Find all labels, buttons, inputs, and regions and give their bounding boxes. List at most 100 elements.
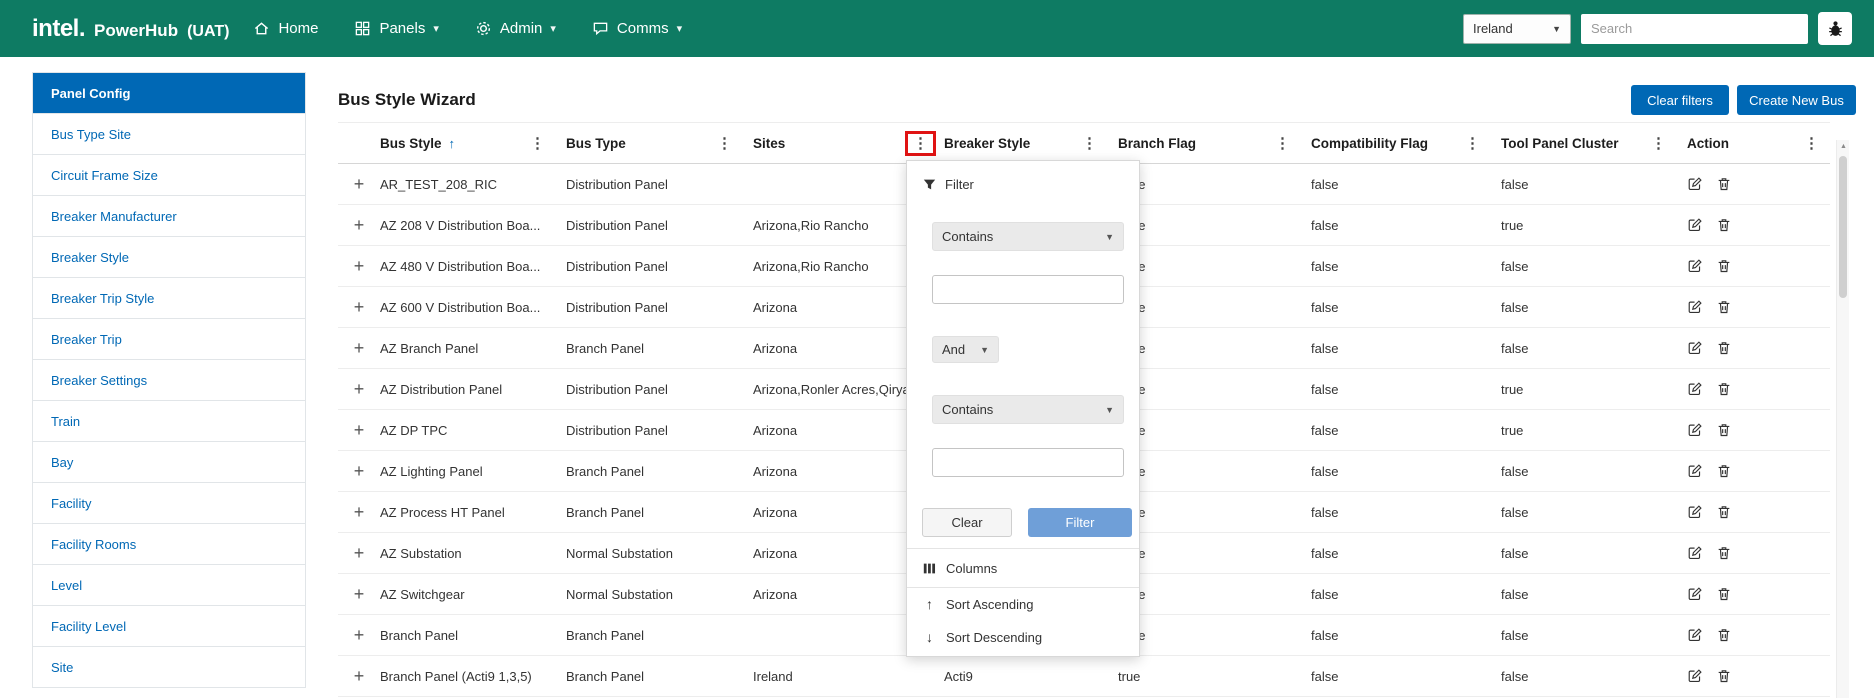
filter-value-input-2[interactable] (932, 448, 1124, 477)
edit-icon[interactable] (1687, 299, 1703, 315)
delete-icon[interactable] (1716, 668, 1732, 684)
filter-value-input-1[interactable] (932, 275, 1124, 304)
delete-icon[interactable] (1716, 586, 1732, 602)
sidebar-item-breaker-manufacturer[interactable]: Breaker Manufacturer (33, 196, 305, 237)
region-select[interactable]: Ireland ▼ (1463, 14, 1571, 44)
edit-icon[interactable] (1687, 668, 1703, 684)
edit-icon[interactable] (1687, 258, 1703, 274)
edit-icon[interactable] (1687, 381, 1703, 397)
search-input[interactable] (1581, 14, 1808, 44)
cell-bus-type: Branch Panel (566, 505, 753, 520)
expand-row-icon[interactable]: + (354, 175, 365, 193)
expand-row-icon[interactable]: + (354, 626, 365, 644)
column-menu-icon[interactable]: ⋮ (1079, 134, 1100, 153)
delete-icon[interactable] (1716, 504, 1732, 520)
nav-item-panels[interactable]: Panels▾ (354, 20, 438, 37)
sidebar-item-facility[interactable]: Facility (33, 483, 305, 524)
delete-icon[interactable] (1716, 340, 1732, 356)
scrollbar-thumb[interactable] (1839, 156, 1847, 298)
column-header-action[interactable]: Action⋮ (1687, 123, 1830, 163)
menu-item-columns[interactable]: Columns (907, 549, 1139, 587)
scrollbar-up-arrow[interactable]: ▲ (1837, 143, 1850, 150)
delete-icon[interactable] (1716, 176, 1732, 192)
column-menu-icon[interactable]: ⋮ (1462, 134, 1483, 153)
edit-icon[interactable] (1687, 586, 1703, 602)
expand-row-icon[interactable]: + (354, 298, 365, 316)
column-header-bus-type[interactable]: Bus Type⋮ (566, 123, 753, 163)
edit-icon[interactable] (1687, 217, 1703, 233)
vertical-scrollbar[interactable]: ▲ (1836, 140, 1849, 698)
app-title: PowerHub (94, 21, 178, 41)
column-menu-icon[interactable]: ⋮ (527, 134, 548, 153)
sidebar-item-train[interactable]: Train (33, 401, 305, 442)
delete-icon[interactable] (1716, 258, 1732, 274)
expand-row-icon[interactable]: + (354, 503, 365, 521)
edit-icon[interactable] (1687, 627, 1703, 643)
column-menu-icon[interactable]: ⋮ (1272, 134, 1293, 153)
edit-icon[interactable] (1687, 504, 1703, 520)
column-header-tool-panel-cluster[interactable]: Tool Panel Cluster⋮ (1501, 123, 1687, 163)
sidebar-item-panel-config[interactable]: Panel Config (33, 73, 305, 114)
sidebar-item-breaker-trip-style[interactable]: Breaker Trip Style (33, 278, 305, 319)
expand-row-icon[interactable]: + (354, 667, 365, 685)
sidebar-item-level[interactable]: Level (33, 565, 305, 606)
expand-row-icon[interactable]: + (354, 380, 365, 398)
delete-icon[interactable] (1716, 217, 1732, 233)
filter-clear-button[interactable]: Clear (922, 508, 1012, 537)
menu-item-sort-descending[interactable]: ↓ Sort Descending (907, 621, 1139, 653)
expand-row-icon[interactable]: + (354, 585, 365, 603)
expand-row-icon[interactable]: + (354, 339, 365, 357)
nav-item-comms[interactable]: Comms▾ (592, 20, 682, 37)
cell-compatibility-flag: false (1311, 423, 1501, 438)
expand-cell: + (338, 667, 380, 685)
sidebar-item-breaker-settings[interactable]: Breaker Settings (33, 360, 305, 401)
edit-icon[interactable] (1687, 340, 1703, 356)
column-menu-icon[interactable]: ⋮ (714, 134, 735, 153)
delete-icon[interactable] (1716, 463, 1732, 479)
sidebar-item-facility-rooms[interactable]: Facility Rooms (33, 524, 305, 565)
delete-icon[interactable] (1716, 422, 1732, 438)
expand-row-icon[interactable]: + (354, 257, 365, 275)
sidebar-item-bay[interactable]: Bay (33, 442, 305, 483)
column-header-bus-style[interactable]: Bus Style↑⋮ (380, 123, 566, 163)
sidebar-item-site[interactable]: Site (33, 647, 305, 688)
expand-row-icon[interactable]: + (354, 544, 365, 562)
column-header-compatibility-flag[interactable]: Compatibility Flag⋮ (1311, 123, 1501, 163)
delete-icon[interactable] (1716, 545, 1732, 561)
filter-operator-select-2[interactable]: Contains ▼ (932, 395, 1124, 424)
edit-icon[interactable] (1687, 176, 1703, 192)
cell-bus-style: AZ Lighting Panel (380, 464, 566, 479)
edit-icon[interactable] (1687, 545, 1703, 561)
sidebar-item-facility-level[interactable]: Facility Level (33, 606, 305, 647)
expand-row-icon[interactable]: + (354, 462, 365, 480)
create-new-bus-button[interactable]: Create New Bus (1737, 85, 1856, 115)
column-menu-icon[interactable]: ⋮ (1648, 134, 1669, 153)
edit-icon[interactable] (1687, 422, 1703, 438)
edit-icon[interactable] (1687, 463, 1703, 479)
filter-operator-select-1[interactable]: Contains ▼ (932, 222, 1124, 251)
clear-filters-button[interactable]: Clear filters (1631, 85, 1729, 115)
expand-row-icon[interactable]: + (354, 216, 365, 234)
delete-icon[interactable] (1716, 299, 1732, 315)
delete-icon[interactable] (1716, 627, 1732, 643)
delete-icon[interactable] (1716, 381, 1732, 397)
cell-compatibility-flag: false (1311, 259, 1501, 274)
filter-apply-button[interactable]: Filter (1028, 508, 1132, 537)
bug-report-button[interactable] (1818, 12, 1852, 45)
sidebar-item-breaker-style[interactable]: Breaker Style (33, 237, 305, 278)
sidebar-item-circuit-frame-size[interactable]: Circuit Frame Size (33, 155, 305, 196)
cell-bus-type: Distribution Panel (566, 423, 753, 438)
sidebar-item-bus-type-site[interactable]: Bus Type Site (33, 114, 305, 155)
expand-row-icon[interactable]: + (354, 421, 365, 439)
menu-item-sort-ascending[interactable]: ↑ Sort Ascending (907, 588, 1139, 620)
filter-logic-select[interactable]: And ▼ (932, 336, 999, 363)
action-cell (1687, 504, 1830, 520)
column-header-branch-flag[interactable]: Branch Flag⋮ (1118, 123, 1311, 163)
column-menu-icon[interactable]: ⋮ (905, 131, 936, 156)
sidebar-item-breaker-trip[interactable]: Breaker Trip (33, 319, 305, 360)
nav-item-home[interactable]: Home (253, 20, 318, 37)
nav-item-admin[interactable]: Admin▾ (475, 20, 556, 37)
column-header-breaker-style[interactable]: Breaker Style⋮ (944, 123, 1118, 163)
column-header-sites[interactable]: Sites⋮ (753, 123, 944, 163)
column-menu-icon[interactable]: ⋮ (1801, 134, 1822, 153)
